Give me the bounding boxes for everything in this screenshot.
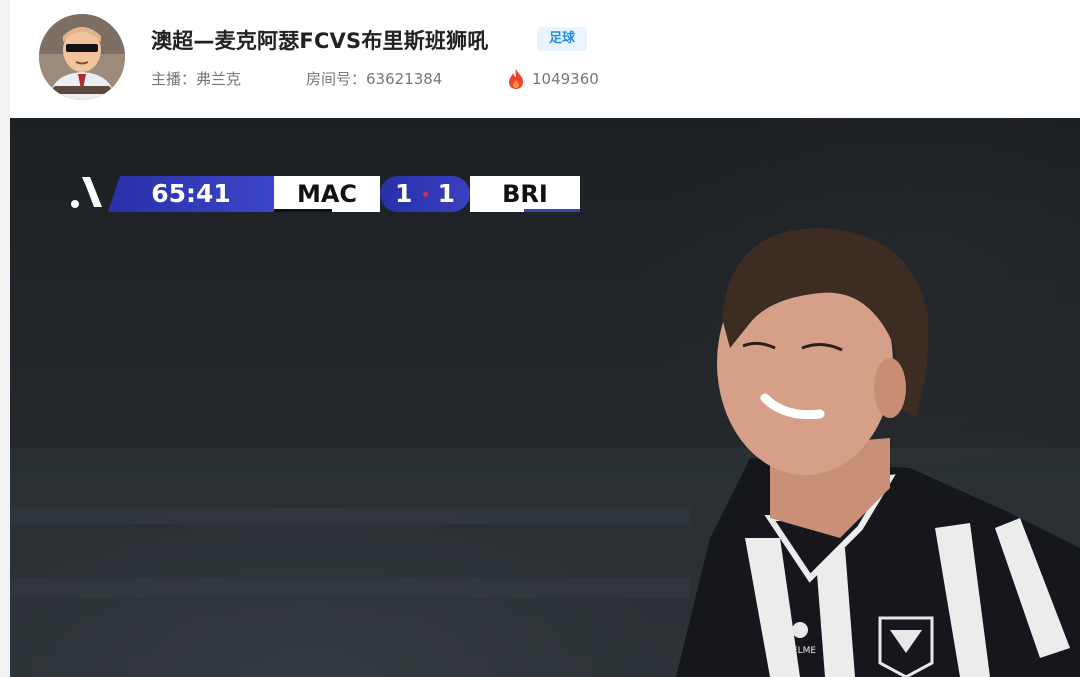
stream-header: 澳超—麦克阿瑟FCVS布里斯班狮吼 足球 主播：弗兰克 房间号：63621384… xyxy=(10,0,1080,118)
away-team: BRI xyxy=(470,176,580,212)
streamer-avatar[interactable] xyxy=(39,14,125,100)
video-player[interactable]: KELME 65:41 MAC 1 1 BRI xyxy=(10,118,1080,677)
match-clock: 65:41 xyxy=(108,176,274,212)
stream-title: 澳超—麦克阿瑟FCVS布里斯班狮吼 xyxy=(151,29,489,53)
category-tag[interactable]: 足球 xyxy=(537,27,588,51)
home-score: 1 xyxy=(395,179,413,208)
left-edge xyxy=(0,0,10,677)
room-number: 房间号：63621384 xyxy=(306,70,443,88)
flame-icon xyxy=(509,69,523,89)
away-team-color-bar xyxy=(524,209,580,212)
popularity-value: 1049360 xyxy=(532,70,599,88)
away-score: 1 xyxy=(437,179,455,208)
home-team: MAC xyxy=(274,176,380,212)
score-display: 1 1 xyxy=(380,176,470,212)
svg-text:KELME: KELME xyxy=(786,646,816,656)
league-logo-icon xyxy=(71,177,102,208)
score-separator-dot xyxy=(423,192,428,197)
streamer-name: 主播：弗兰克 xyxy=(151,70,242,88)
scoreboard: 65:41 MAC 1 1 BRI xyxy=(62,169,580,215)
popularity-count: 1049360 xyxy=(507,68,599,90)
home-team-color-bar xyxy=(274,209,332,212)
